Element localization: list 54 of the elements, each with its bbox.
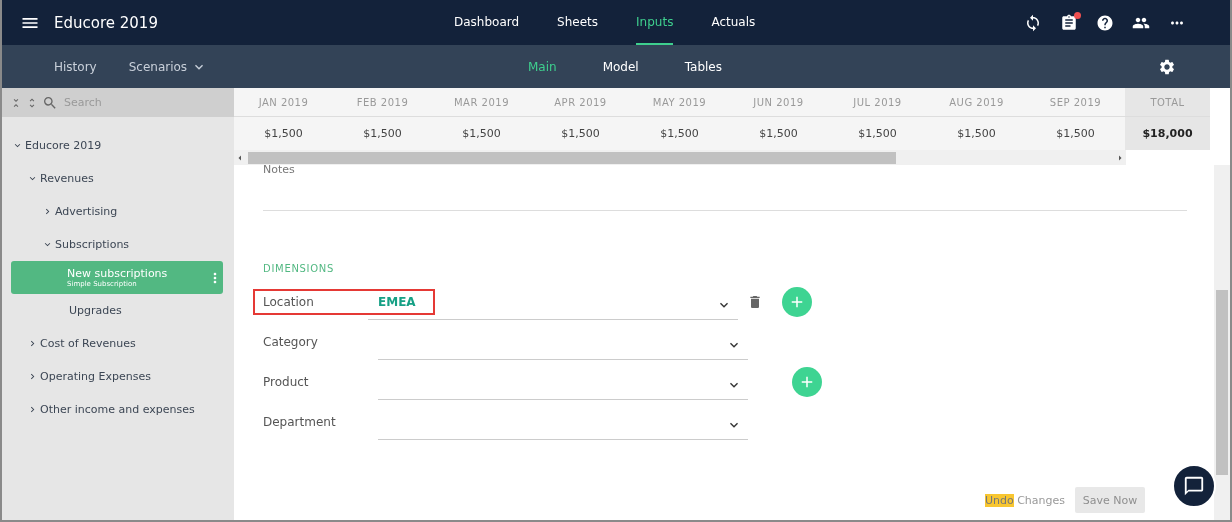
toolbar-link[interactable]: Scenarios bbox=[128, 59, 188, 74]
tree-item[interactable]: Advertising bbox=[55, 205, 118, 218]
trash-icon[interactable] bbox=[747, 294, 763, 310]
tree-item[interactable]: Cost of Revenues bbox=[40, 337, 136, 350]
column-header: TOTAL bbox=[1125, 88, 1210, 117]
section-heading: DIMENSIONS bbox=[263, 263, 336, 274]
table-cell: $1,500 bbox=[729, 117, 828, 150]
app-title: Educore 2019 bbox=[54, 13, 159, 32]
tree-item[interactable]: Other income and expenses bbox=[40, 403, 195, 416]
column-header: APR 2019 bbox=[531, 88, 630, 117]
notification-dot bbox=[1074, 11, 1081, 19]
help-icon[interactable] bbox=[1096, 13, 1114, 32]
horizontal-scrollbar[interactable] bbox=[234, 150, 1126, 165]
total-cell: $18,000 bbox=[1125, 117, 1210, 150]
view-tab[interactable]: Model bbox=[602, 45, 639, 88]
column-header: AUG 2019 bbox=[927, 88, 1026, 117]
tree-item[interactable]: Operating Expenses bbox=[40, 370, 151, 383]
tree-item[interactable]: Subscriptions bbox=[55, 238, 130, 251]
toolbar-link[interactable]: History bbox=[54, 59, 97, 74]
table-cell: $1,500 bbox=[234, 117, 333, 150]
field-label: Department bbox=[263, 415, 337, 429]
table-cell: $1,500 bbox=[828, 117, 927, 150]
table-cell: $1,500 bbox=[630, 117, 729, 150]
table-cell: $1,500 bbox=[1026, 117, 1125, 150]
table-cell: $1,500 bbox=[432, 117, 531, 150]
clipboard-icon[interactable] bbox=[1060, 13, 1078, 32]
field-label: Location bbox=[263, 295, 315, 309]
chat-icon bbox=[1183, 475, 1205, 497]
column-header: JUN 2019 bbox=[729, 88, 828, 117]
nav-tab[interactable]: Sheets bbox=[557, 0, 599, 45]
field-label: Product bbox=[263, 375, 310, 389]
column-header: FEB 2019 bbox=[333, 88, 432, 117]
tree-item[interactable]: Educore 2019 bbox=[25, 139, 102, 152]
view-tab[interactable]: Tables bbox=[684, 45, 722, 88]
column-header: JUL 2019 bbox=[828, 88, 927, 117]
table-cell: $1,500 bbox=[333, 117, 432, 150]
tree-item[interactable]: Revenues bbox=[40, 172, 94, 185]
nav-tab[interactable]: Dashboard bbox=[454, 0, 520, 45]
table-cell: $1,500 bbox=[531, 117, 630, 150]
settings-icon[interactable] bbox=[1158, 57, 1176, 76]
column-header: MAR 2019 bbox=[432, 88, 531, 117]
column-header: MAY 2019 bbox=[630, 88, 729, 117]
column-header: JAN 2019 bbox=[234, 88, 333, 117]
search-icon bbox=[42, 94, 58, 111]
view-tab[interactable]: Main bbox=[528, 45, 557, 88]
nav-tab[interactable]: Actuals bbox=[711, 0, 756, 45]
notes-label: Notes bbox=[263, 163, 1187, 211]
column-header: SEP 2019 bbox=[1026, 88, 1125, 117]
field-label: Category bbox=[263, 335, 319, 349]
tree-item[interactable]: Upgrades bbox=[69, 304, 122, 317]
sync-icon[interactable] bbox=[1024, 13, 1042, 32]
table-cell: $1,500 bbox=[927, 117, 1026, 150]
select-value: EMEA bbox=[378, 295, 416, 309]
vertical-scrollbar[interactable] bbox=[1214, 165, 1230, 520]
